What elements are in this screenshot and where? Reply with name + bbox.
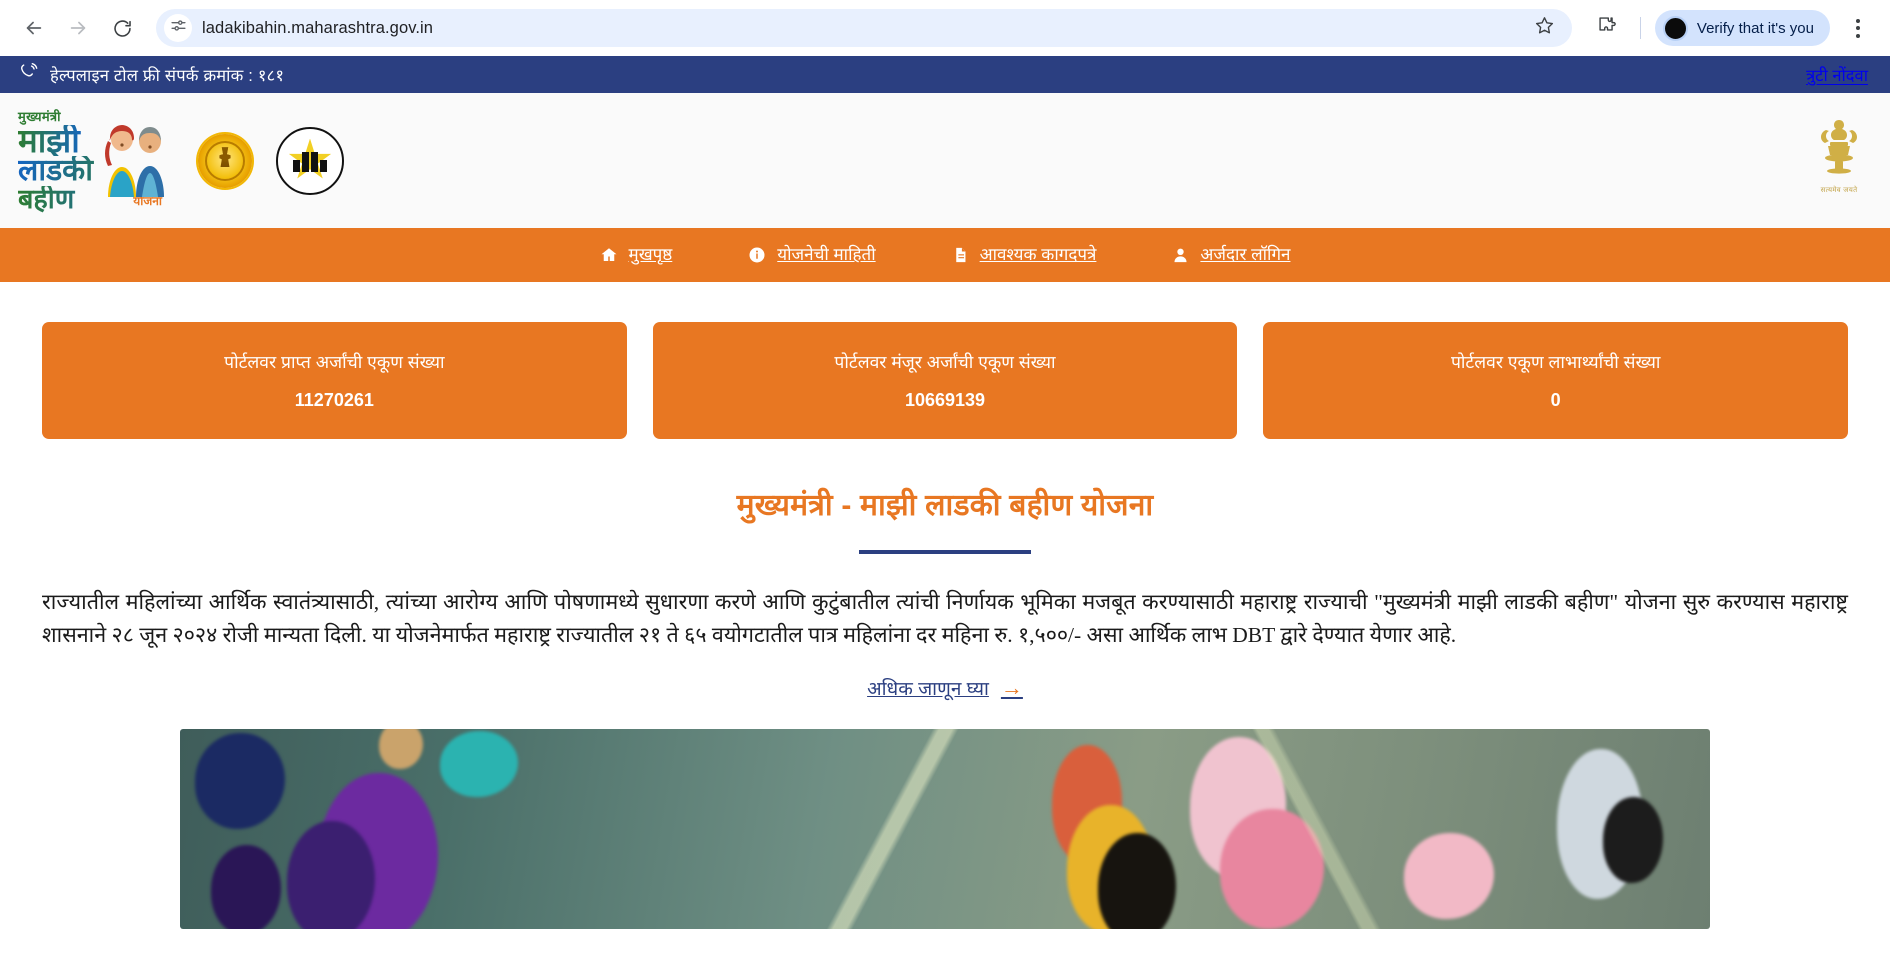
user-icon — [1172, 246, 1189, 264]
star-icon — [1534, 15, 1555, 41]
bookmark-button[interactable] — [1530, 13, 1560, 43]
brand-logo[interactable]: मुख्यमंत्री माझी लाडकी बहीण योजना — [14, 101, 174, 221]
extensions-button[interactable] — [1586, 8, 1626, 48]
family-figures-icon — [293, 151, 327, 172]
site-header: मुख्यमंत्री माझी लाडकी बहीण योजना सत्यमे… — [0, 93, 1890, 228]
women-and-child-development-logo — [276, 126, 344, 195]
stat-value: 11270261 — [294, 390, 374, 410]
browser-menu-button[interactable] — [1840, 8, 1876, 48]
scheme-description: राज्यातील महिलांच्या आर्थिक स्वातंत्र्या… — [42, 590, 1848, 647]
extensions-puzzle-icon — [1595, 15, 1617, 41]
back-button[interactable] — [14, 8, 54, 48]
profile-verify-label: Verify that it's you — [1696, 19, 1814, 37]
logo-group: मुख्यमंत्री माझी लाडकी बहीण योजना — [14, 101, 344, 221]
browser-toolbar: ladakibahin.maharashtra.gov.in Verify th… — [0, 0, 1890, 56]
stat-card-received-applications: पोर्टलवर प्राप्त अर्जांची एकूण संख्या 11… — [42, 322, 627, 439]
two-women-illustration — [105, 124, 164, 197]
stat-card-approved-applications: पोर्टलवर मंजूर अर्जांची एकूण संख्या 1066… — [652, 322, 1238, 439]
title-divider — [859, 550, 1031, 554]
stat-label: पोर्टलवर प्राप्त अर्जांची एकूण संख्या — [224, 352, 445, 372]
profile-verify-button[interactable]: Verify that it's you — [1654, 10, 1830, 46]
ashoka-emblem: सत्यमेव जयते — [1810, 117, 1868, 205]
main-navigation: मुखपृष्ठ योजनेची माहिती आवश्यक कागदपत्रे — [0, 228, 1890, 282]
address-bar[interactable]: ladakibahin.maharashtra.gov.in — [156, 9, 1572, 47]
nav-item-required-documents[interactable]: आवश्यक कागदपत्रे — [914, 228, 1135, 282]
maharashtra-government-seal — [198, 133, 252, 188]
stat-label: पोर्टलवर मंजूर अर्जांची एकूण संख्या — [834, 352, 1056, 372]
back-arrow-icon — [23, 17, 45, 39]
document-icon — [952, 246, 969, 264]
helpline-bar: हेल्पलाइन टोल फ्री संपर्क क्रमांक : १८१ … — [0, 56, 1890, 93]
nav-label: योजनेची माहिती — [777, 245, 876, 264]
nav-item-scheme-info[interactable]: योजनेची माहिती — [710, 228, 913, 282]
page-title: मुख्यमंत्री - माझी लाडकी बहीण योजना — [736, 489, 1154, 522]
section-heading-block: मुख्यमंत्री - माझी लाडकी बहीण योजना — [0, 483, 1890, 554]
forward-button[interactable] — [58, 8, 98, 48]
arrow-right-icon: → — [1000, 675, 1023, 701]
learn-more-link[interactable]: अधिक जाणून घ्या → — [0, 675, 1890, 701]
reload-button[interactable] — [102, 8, 142, 48]
report-error-link[interactable]: त्रुटी नोंदवा — [1806, 63, 1868, 86]
home-icon — [600, 246, 618, 264]
stat-label: पोर्टलवर एकूण लाभार्थ्यांची संख्या — [1450, 352, 1661, 372]
helpline-left-group: हेल्पलाइन टोल फ्री संपर्क क्रमांक : १८१ — [18, 61, 284, 88]
ashoka-lion-capital-icon — [1813, 117, 1865, 184]
nav-label: अर्जदार लॉगिन — [1200, 245, 1291, 264]
toolbar-divider — [1639, 17, 1641, 39]
nav-label: मुखपृष्ठ — [628, 245, 673, 264]
info-circle-icon — [748, 246, 766, 264]
forward-arrow-icon — [67, 17, 89, 39]
stat-value: 0 — [1550, 390, 1561, 410]
kebab-menu-icon — [1856, 18, 1860, 23]
stat-card-total-beneficiaries: पोर्टलवर एकूण लाभार्थ्यांची संख्या 0 — [1263, 322, 1849, 439]
reload-icon — [112, 18, 133, 39]
helpline-text: हेल्पलाइन टोल फ्री संपर्क क्रमांक : १८१ — [50, 67, 285, 85]
statistics-row: पोर्टलवर प्राप्त अर्जांची एकूण संख्या 11… — [0, 282, 1890, 439]
avatar — [1662, 15, 1688, 41]
stat-value: 10669139 — [904, 390, 986, 410]
site-settings-button[interactable] — [164, 14, 192, 42]
nav-label: आवश्यक कागदपत्रे — [979, 245, 1097, 264]
url-text[interactable]: ladakibahin.maharashtra.gov.in — [202, 19, 1530, 38]
learn-more-label: अधिक जाणून घ्या — [867, 679, 989, 701]
nav-item-home[interactable]: मुखपृष्ठ — [562, 228, 711, 282]
hero-image-wrapper — [0, 729, 1890, 930]
nav-item-applicant-login[interactable]: अर्जदार लॉगिन — [1134, 228, 1328, 282]
ashoka-motto: सत्यमेव जयते — [1820, 186, 1858, 194]
phone-ring-icon — [18, 61, 40, 88]
site-settings-icon — [170, 17, 187, 39]
hero-image — [180, 729, 1710, 930]
